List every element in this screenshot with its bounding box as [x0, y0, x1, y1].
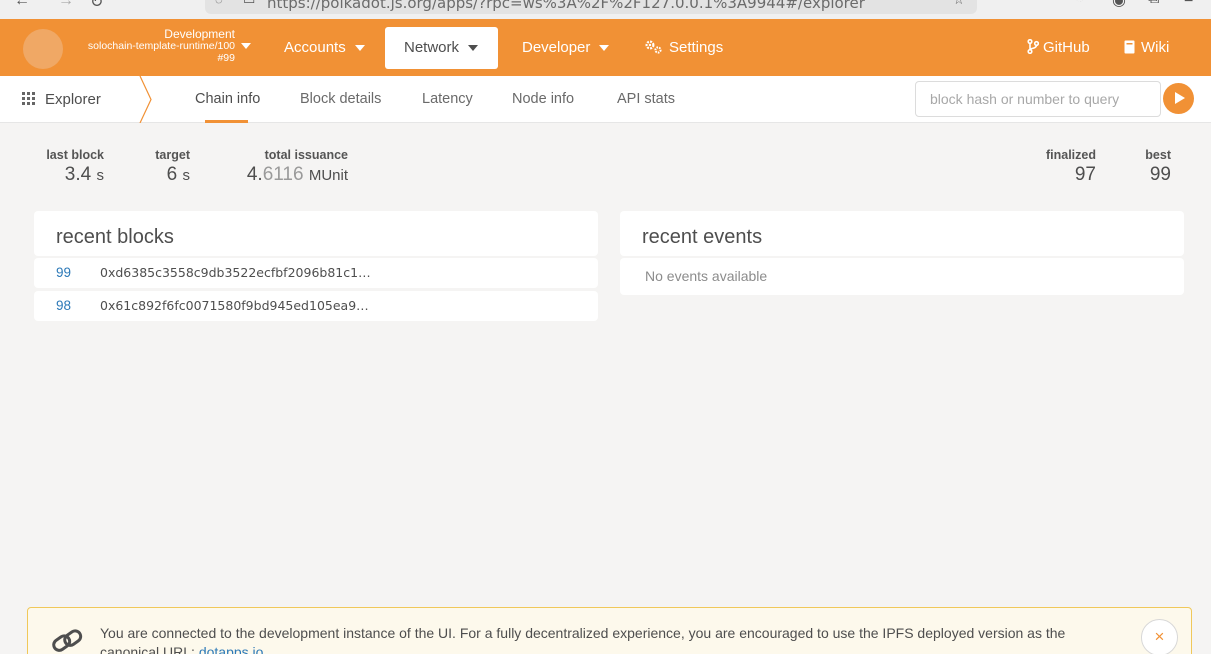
- gears-icon: [645, 40, 662, 54]
- close-notice-button[interactable]: ×: [1141, 619, 1178, 654]
- nav-developer[interactable]: Developer: [522, 19, 610, 76]
- block-number-link[interactable]: 99: [56, 258, 71, 288]
- stat-finalized: finalized 97: [1035, 148, 1096, 186]
- stat-best: best 99: [1130, 148, 1171, 186]
- nav-accounts-label: Accounts: [284, 39, 346, 56]
- stat-target-value: 6 s: [146, 164, 190, 186]
- chevron-down-icon[interactable]: [241, 43, 251, 49]
- forward-icon[interactable]: →: [58, 0, 74, 10]
- lock-icon: ▭: [243, 0, 255, 8]
- block-query-input[interactable]: [915, 81, 1161, 117]
- menu-icon[interactable]: ≡: [1184, 0, 1193, 8]
- stat-target-unit: s: [182, 167, 191, 184]
- development-notice: You are connected to the development ins…: [27, 607, 1192, 654]
- nav-wiki[interactable]: Wiki: [1124, 19, 1169, 76]
- stat-last-block-value: 3.4 s: [46, 164, 104, 186]
- chain-selector[interactable]: Development solochain-template-runtime/1…: [70, 28, 235, 64]
- shield-icon: ◌: [215, 0, 223, 7]
- chain-runtime-version: solochain-template-runtime/100: [87, 40, 235, 52]
- query-submit-button[interactable]: [1163, 83, 1194, 114]
- browser-toolbar: ← → ↻ ◌ ▭ https://polkadot.js.org/apps/?…: [0, 0, 1211, 19]
- nav-network[interactable]: Network: [385, 27, 498, 69]
- table-row: 99 0xd6385c3558c9db3522ecfbf2096b81c1…: [34, 258, 598, 288]
- stat-total-issuance-unit: MUnit: [308, 167, 348, 184]
- recent-events-empty: No events available: [620, 258, 1184, 295]
- nav-developer-label: Developer: [522, 39, 591, 56]
- tab-chain-info[interactable]: Chain info: [195, 76, 260, 123]
- stat-total-issuance: total issuance 4.6116 MUnit: [230, 148, 348, 186]
- block-hash: 0x61c892f6fc0071580f9bd945ed105ea9…: [100, 298, 369, 313]
- nav-settings[interactable]: Settings: [645, 19, 723, 76]
- breadcrumb-chevron-icon: [139, 76, 152, 123]
- code-branch-icon: [1027, 39, 1039, 55]
- close-icon: ×: [1154, 627, 1165, 646]
- stat-best-value: 99: [1149, 164, 1171, 185]
- stat-last-block-number: 3.4: [64, 164, 92, 185]
- nav-github[interactable]: GitHub: [1027, 19, 1090, 76]
- back-icon[interactable]: ←: [14, 0, 30, 10]
- stat-total-issuance-value: 4.6116 MUnit: [230, 164, 348, 186]
- stat-last-block-label: last block: [46, 148, 104, 162]
- chain-best-block: #99: [217, 52, 235, 64]
- stat-total-issuance-label: total issuance: [264, 148, 348, 162]
- dotapps-link[interactable]: dotapps.io: [199, 644, 264, 654]
- link-icon: [52, 629, 83, 652]
- reload-icon[interactable]: ↻: [90, 0, 103, 12]
- stat-total-issuance-int: 4.: [246, 164, 263, 185]
- nav-github-label: GitHub: [1043, 39, 1090, 56]
- block-hash: 0xd6385c3558c9db3522ecfbf2096b81c1…: [100, 265, 371, 280]
- nav-settings-label: Settings: [669, 39, 724, 56]
- nav-network-label: Network: [404, 39, 460, 56]
- table-row: 98 0x61c892f6fc0071580f9bd945ed105ea9…: [34, 291, 598, 321]
- extensions-icon[interactable]: ⧉: [1148, 0, 1159, 8]
- stat-target-label: target: [155, 148, 190, 162]
- bookmark-star-icon[interactable]: ☆: [953, 0, 965, 8]
- top-navigation: Development solochain-template-runtime/1…: [0, 19, 1211, 76]
- stat-best-label: best: [1145, 148, 1171, 162]
- nav-wiki-label: Wiki: [1141, 39, 1170, 56]
- chain-logo[interactable]: [23, 29, 63, 69]
- url-text[interactable]: https://polkadot.js.org/apps/?rpc=ws%3A%…: [267, 0, 865, 12]
- account-icon[interactable]: ◉: [1112, 0, 1126, 10]
- tab-latency[interactable]: Latency: [422, 76, 473, 123]
- chain-network-name: Development: [164, 27, 235, 41]
- stat-last-block-unit: s: [96, 167, 105, 184]
- recent-events-title: recent events: [642, 226, 763, 248]
- recent-events-header: recent events: [620, 211, 1184, 256]
- recent-blocks-header: recent blocks: [34, 211, 598, 256]
- notice-text: You are connected to the development ins…: [100, 624, 1110, 654]
- active-tab-indicator: [205, 120, 248, 123]
- play-icon: [1175, 92, 1185, 104]
- sub-navigation: Explorer Chain info Block details Latenc…: [0, 76, 1211, 123]
- block-number-link[interactable]: 98: [56, 291, 71, 321]
- chevron-down-icon: [354, 45, 365, 52]
- stat-last-block: last block 3.4 s: [46, 148, 104, 186]
- grid-icon: [22, 92, 35, 106]
- nav-accounts[interactable]: Accounts: [284, 19, 365, 76]
- chevron-down-icon: [599, 45, 610, 52]
- chevron-down-icon: [468, 45, 479, 52]
- stat-finalized-value: 97: [1074, 164, 1096, 185]
- tab-api-stats[interactable]: API stats: [617, 76, 675, 123]
- section-title: Explorer: [22, 76, 101, 123]
- tab-block-details[interactable]: Block details: [300, 76, 381, 123]
- tab-node-info[interactable]: Node info: [512, 76, 574, 123]
- stat-target-number: 6: [166, 164, 178, 185]
- address-bar[interactable]: ◌ ▭ https://polkadot.js.org/apps/?rpc=ws…: [205, 0, 977, 14]
- pocket-icon[interactable]: ◔: [1075, 0, 1085, 8]
- stat-target: target 6 s: [146, 148, 190, 186]
- stat-finalized-label: finalized: [1045, 148, 1096, 162]
- recent-blocks-title: recent blocks: [56, 226, 174, 248]
- book-icon: [1124, 40, 1135, 54]
- section-title-label: Explorer: [45, 91, 101, 108]
- stat-total-issuance-frac: 6116: [262, 164, 304, 185]
